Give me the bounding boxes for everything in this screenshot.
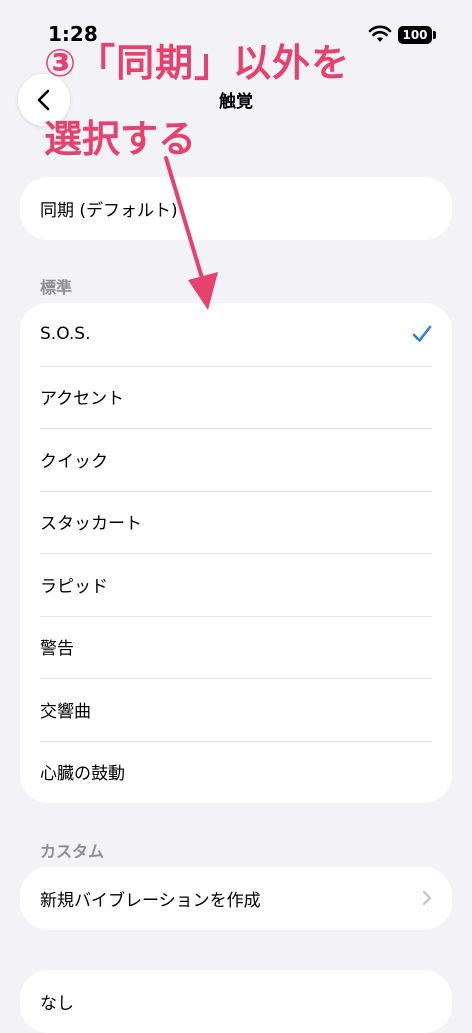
none-option[interactable]: なし bbox=[20, 970, 452, 1033]
create-vibration-label: 新規バイブレーションを作成 bbox=[40, 890, 261, 911]
checkmark-icon bbox=[412, 325, 432, 343]
battery-icon: 100 bbox=[398, 26, 432, 44]
option-label: アクセント bbox=[40, 389, 125, 410]
custom-card: 新規バイブレーションを作成 bbox=[20, 867, 452, 930]
list-item[interactable]: 心臓の鼓動 bbox=[20, 740, 452, 804]
standard-section-header: 標準 bbox=[40, 278, 73, 297]
list-item[interactable]: スタッカート bbox=[20, 490, 452, 554]
battery-tip bbox=[433, 31, 436, 39]
chevron-right-icon bbox=[422, 891, 432, 906]
list-item[interactable]: ラピッド bbox=[20, 553, 452, 616]
wifi-icon bbox=[368, 25, 392, 42]
sync-default-option[interactable]: 同期 (デフォルト) bbox=[20, 177, 452, 240]
option-label: スタッカート bbox=[40, 514, 142, 535]
custom-section-header: カスタム bbox=[40, 842, 105, 861]
option-label: 心臓の鼓動 bbox=[40, 764, 125, 785]
option-label: S.O.S. bbox=[40, 324, 91, 345]
list-item[interactable]: 警告 bbox=[20, 615, 452, 679]
list-item[interactable]: クイック bbox=[20, 428, 452, 491]
option-label: 警告 bbox=[40, 639, 74, 660]
option-label: 交響曲 bbox=[40, 701, 91, 722]
create-vibration-button[interactable]: 新規バイブレーションを作成 bbox=[20, 867, 452, 930]
list-item[interactable]: 交響曲 bbox=[20, 678, 452, 741]
annotation-step-text: ③「同期」以外を bbox=[44, 41, 351, 85]
standard-list: S.O.S. アクセント クイック スタッカート ラピッド 警告 交響曲 心臓の… bbox=[20, 303, 452, 803]
annotation-arrow-icon bbox=[164, 156, 218, 310]
list-item[interactable]: S.O.S. bbox=[20, 303, 452, 366]
none-label: なし bbox=[40, 993, 74, 1014]
none-card: なし bbox=[20, 970, 452, 1033]
sync-card: 同期 (デフォルト) bbox=[20, 177, 452, 240]
sync-default-label: 同期 (デフォルト) bbox=[40, 200, 178, 221]
list-item[interactable]: アクセント bbox=[20, 365, 452, 429]
option-label: クイック bbox=[40, 451, 108, 472]
option-label: ラピッド bbox=[40, 576, 108, 597]
battery-level: 100 bbox=[402, 28, 428, 42]
